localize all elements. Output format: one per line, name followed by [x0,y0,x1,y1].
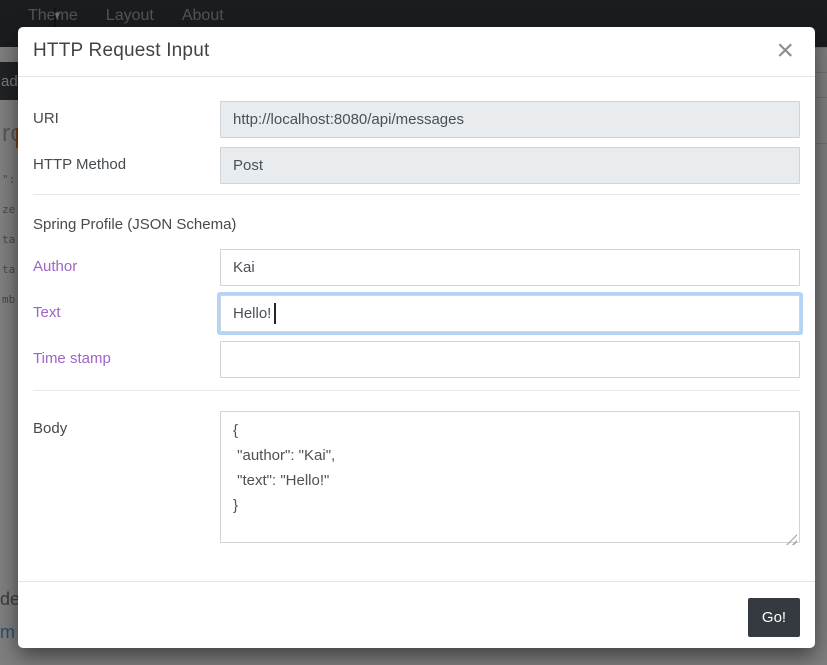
dialog-footer: Go! [18,581,815,648]
http-method-input[interactable] [220,147,800,184]
body-textarea[interactable]: { "author": "Kai", "text": "Hello!" } [220,411,800,543]
dialog-body: URI HTTP Method Spring Profile (JSON Sch… [18,77,815,581]
http-request-dialog: HTTP Request Input × URI HTTP Method Spr… [18,27,815,648]
text-cursor [274,303,276,324]
text-label: Text [33,295,220,332]
dialog-header: HTTP Request Input × [18,27,815,77]
body-textarea-wrap: { "author": "Kai", "text": "Hello!" } [220,411,800,548]
timestamp-field-row: Time stamp [33,341,800,378]
body-field-row: Body { "author": "Kai", "text": "Hello!"… [33,411,800,548]
body-label: Body [33,411,220,548]
text-field-row: Text [33,295,800,332]
author-input-wrap [220,249,800,286]
http-method-label: HTTP Method [33,147,220,184]
uri-input[interactable] [220,101,800,138]
author-input[interactable] [220,249,800,286]
timestamp-label: Time stamp [33,341,220,378]
go-button[interactable]: Go! [748,598,800,637]
dialog-title: HTTP Request Input [33,40,209,62]
author-label: Author [33,249,220,286]
divider [33,194,800,195]
text-input-wrap [220,295,800,332]
timestamp-input[interactable] [220,341,800,378]
divider [33,390,800,391]
http-method-field-row: HTTP Method [33,147,800,184]
http-method-input-wrap [220,147,800,184]
schema-section-heading: Spring Profile (JSON Schema) [33,216,800,234]
close-icon[interactable]: × [770,40,800,62]
timestamp-input-wrap [220,341,800,378]
uri-label: URI [33,101,220,138]
uri-field-row: URI [33,101,800,138]
uri-input-wrap [220,101,800,138]
author-field-row: Author [33,249,800,286]
text-input[interactable] [220,295,800,332]
